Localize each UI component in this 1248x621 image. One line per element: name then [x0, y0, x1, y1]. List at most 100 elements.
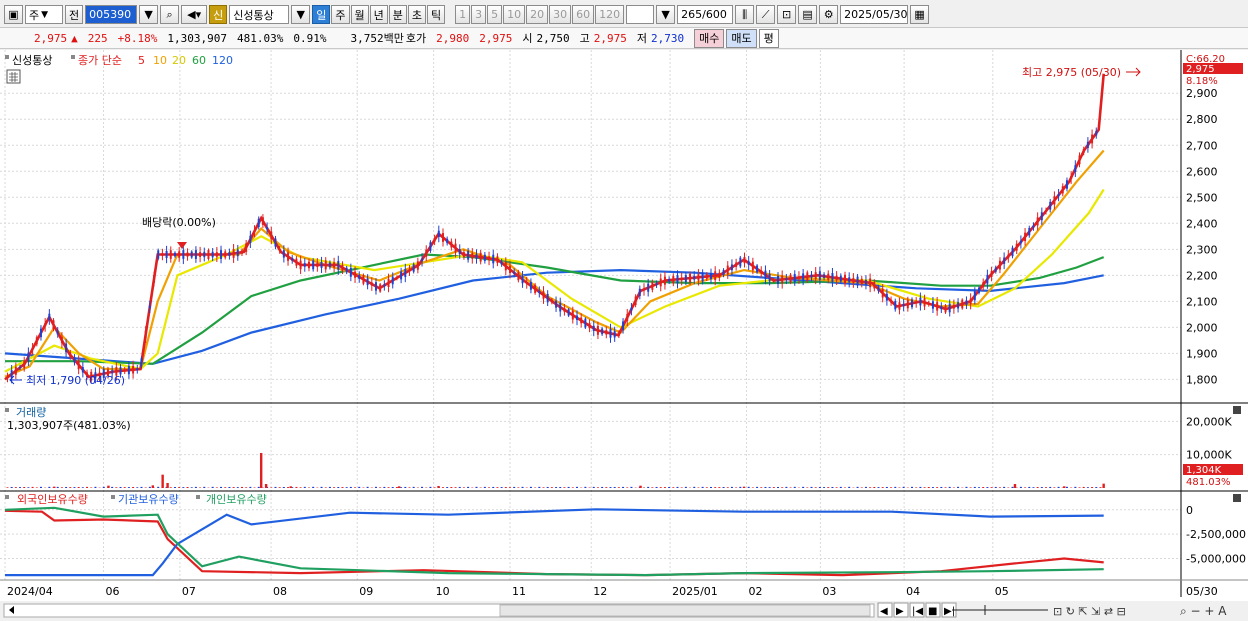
- code-dropdown-icon[interactable]: ▼: [139, 5, 159, 24]
- volume-bar: [965, 486, 968, 488]
- interval-button[interactable]: 5: [487, 5, 503, 24]
- volume-bar: [911, 486, 914, 488]
- holders-tick-label: -5,000,000: [1186, 553, 1246, 566]
- name-dropdown-icon[interactable]: ▼: [291, 5, 311, 24]
- interval-button[interactable]: 120: [595, 5, 625, 24]
- x-tick-label: 05: [995, 585, 1009, 598]
- candle-body: [580, 317, 583, 324]
- price-tick-label: 2,600: [1186, 165, 1218, 178]
- volume-bar: [220, 486, 223, 488]
- market-select[interactable]: 주 ▼: [25, 5, 63, 24]
- volume-bar: [1011, 486, 1014, 488]
- period-tab[interactable]: 월: [350, 5, 369, 24]
- interval-buttons: 1 3 5 10 20 30 60 120: [455, 5, 625, 24]
- period-tab[interactable]: 주: [331, 5, 350, 24]
- candle-body: [898, 302, 901, 310]
- window-menu-icon[interactable]: ▣: [4, 5, 23, 24]
- volume-bar: [441, 487, 444, 488]
- interval-dropdown-icon[interactable]: ▼: [656, 5, 676, 24]
- candle-body: [596, 325, 599, 335]
- volume-bar: [923, 487, 926, 488]
- scrollbar-thumb[interactable]: [499, 604, 871, 617]
- period-tab[interactable]: 초: [407, 5, 426, 24]
- date-field[interactable]: 2025/05/30: [840, 5, 909, 24]
- volume-spike: [1013, 484, 1017, 488]
- candle-body: [965, 300, 968, 305]
- candle-body: [77, 360, 80, 370]
- volume-bar: [550, 487, 553, 488]
- volume-bar: [173, 486, 176, 488]
- interval-button[interactable]: 3: [471, 5, 487, 24]
- draw-tool-icon[interactable]: ⟋: [756, 5, 776, 24]
- search-icon[interactable]: ⌕: [160, 5, 180, 24]
- volume-bar: [793, 486, 796, 488]
- speaker-icon[interactable]: ◀▾: [181, 5, 208, 24]
- sell-button[interactable]: 매도: [726, 28, 757, 48]
- volume-bar: [1049, 486, 1052, 488]
- volume-spike: [289, 486, 292, 488]
- pane-close-icon[interactable]: [1233, 494, 1241, 502]
- legend-marker: [5, 55, 9, 59]
- interval-button[interactable]: 20: [526, 5, 549, 24]
- stock-code-input[interactable]: 005390: [85, 5, 138, 24]
- open-price: 2,750: [536, 31, 570, 45]
- volume-bar: [521, 486, 524, 488]
- candle-body: [718, 272, 721, 278]
- prev-button[interactable]: 전: [65, 5, 84, 24]
- volume-bar: [831, 486, 834, 488]
- gear-icon[interactable]: ⚙: [819, 5, 839, 24]
- period-tab[interactable]: 분: [388, 5, 407, 24]
- volume-bar: [1086, 487, 1089, 488]
- zoom-icons[interactable]: ⌕ − + A: [1180, 604, 1227, 618]
- save-icon[interactable]: ▤: [798, 5, 818, 24]
- pane-close-icon[interactable]: [1233, 406, 1241, 414]
- candle-body: [278, 248, 281, 251]
- candle-body: [990, 271, 993, 277]
- zoom-icon[interactable]: ⊡: [777, 5, 797, 24]
- count-field[interactable]: 265/600: [677, 5, 734, 24]
- volume-bar: [601, 486, 604, 488]
- volume-spike: [639, 485, 642, 488]
- candle-body: [194, 250, 197, 259]
- period-tab[interactable]: 일: [312, 5, 331, 24]
- period-tab[interactable]: 년: [369, 5, 388, 24]
- candle-body: [6, 376, 9, 379]
- volume-bar: [768, 487, 771, 488]
- candle-body: [697, 274, 700, 281]
- interval-button[interactable]: 30: [549, 5, 572, 24]
- chart-toolbar: ▣ 주 ▼ 전 005390 ▼ ⌕ ◀▾ 신 신성통상 ▼ 일주월년분초틱 13…: [0, 3, 1248, 26]
- candle-body: [772, 279, 775, 282]
- candle-body: [1095, 130, 1098, 136]
- buy-button[interactable]: 매수: [694, 28, 725, 48]
- volume-bar: [835, 487, 838, 488]
- interval-custom-input[interactable]: [626, 5, 655, 24]
- period-tab[interactable]: 틱: [427, 5, 446, 24]
- candle-body: [793, 273, 796, 283]
- volume-bar: [613, 487, 616, 488]
- institution-legend: 기관보유수량: [118, 493, 179, 506]
- candle-type-icon[interactable]: ⫼: [735, 5, 755, 24]
- volume-bar: [609, 487, 612, 488]
- candle-body: [1086, 141, 1089, 149]
- chart-tool-icon[interactable]: ⊡ ↻ ⇱ ⇲ ⇄ ⊟: [1053, 605, 1126, 618]
- candle-body: [982, 282, 985, 288]
- candle-body: [969, 298, 972, 305]
- interval-button[interactable]: 1: [455, 5, 471, 24]
- volume-bar: [274, 486, 277, 488]
- volume-bar: [1099, 487, 1102, 488]
- volume-bar: [919, 486, 922, 488]
- interval-button[interactable]: 60: [572, 5, 595, 24]
- date-value: 2025/05/30: [844, 8, 908, 21]
- stock-chart[interactable]: 1,800 1,900 2,000 2,100 2,200 2,300 2,400 2,500…: [0, 50, 1248, 621]
- credit-badge-label: 신: [213, 8, 224, 22]
- candle-body: [312, 260, 315, 270]
- volume-bar: [14, 487, 17, 488]
- avg-button[interactable]: 평: [758, 28, 779, 48]
- calendar-icon[interactable]: ▦: [910, 5, 930, 24]
- volume-bar: [856, 486, 859, 488]
- candle-body: [44, 323, 47, 327]
- candle-body: [395, 277, 398, 279]
- interval-button[interactable]: 10: [503, 5, 526, 24]
- table-toggle-icon[interactable]: [6, 69, 21, 84]
- volume-bar: [249, 486, 252, 488]
